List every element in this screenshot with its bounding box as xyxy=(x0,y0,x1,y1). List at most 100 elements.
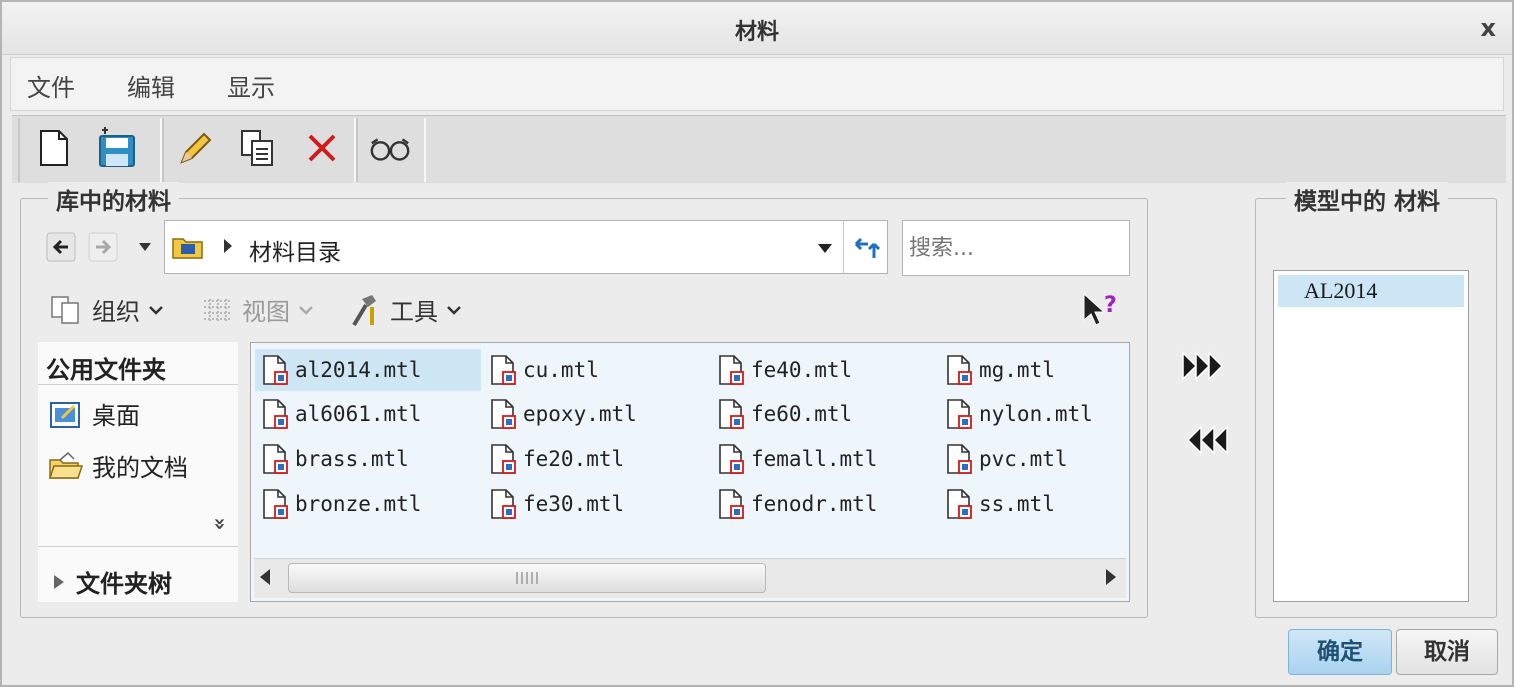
file-item[interactable]: fenodr.mtl xyxy=(711,483,937,525)
scroll-thumb[interactable] xyxy=(288,563,766,593)
material-file-icon xyxy=(719,489,744,519)
folder-tree-toggle[interactable]: 文件夹树 xyxy=(52,564,172,599)
back-button[interactable] xyxy=(44,230,78,264)
file-name: femall.mtl xyxy=(751,447,878,471)
model-material-list: AL2014 xyxy=(1273,270,1469,602)
file-name: pvc.mtl xyxy=(979,447,1068,471)
refresh-button[interactable] xyxy=(843,221,888,273)
material-file-icon xyxy=(263,444,288,474)
file-name: fenodr.mtl xyxy=(751,492,878,516)
menu-display[interactable]: 显示 xyxy=(227,68,275,103)
file-item[interactable]: mg.mtl xyxy=(939,349,1165,391)
breadcrumb-arrow-icon xyxy=(223,238,233,258)
material-file-icon xyxy=(719,444,744,474)
chevron-down-icon xyxy=(299,305,313,315)
dialog-title: 材料 xyxy=(734,20,779,45)
file-item[interactable]: ss.mtl xyxy=(939,483,1165,525)
help-cursor-icon[interactable]: ? xyxy=(1080,292,1120,332)
toolbar xyxy=(12,115,1506,183)
menu-bar: 文件 编辑 显示 xyxy=(10,57,1504,111)
file-item[interactable]: femall.mtl xyxy=(711,438,937,480)
horizontal-scrollbar[interactable] xyxy=(254,558,1126,598)
library-legend: 库中的材料 xyxy=(48,182,179,216)
file-item[interactable]: cu.mtl xyxy=(483,349,709,391)
file-name: bronze.mtl xyxy=(295,492,422,516)
file-item[interactable]: fe30.mtl xyxy=(483,483,709,525)
file-item[interactable]: al6061.mtl xyxy=(255,393,481,435)
folder-open-icon xyxy=(48,451,84,479)
recent-dropdown-icon[interactable] xyxy=(128,230,162,264)
tools-icon xyxy=(352,294,376,326)
organize-label: 组织 xyxy=(92,298,140,326)
file-item[interactable]: nylon.mtl xyxy=(939,393,1165,435)
file-item[interactable]: fe60.mtl xyxy=(711,393,937,435)
nav-desktop-label: 桌面 xyxy=(92,402,140,430)
title-bar: 材料 x xyxy=(2,2,1512,55)
tools-label: 工具 xyxy=(390,298,438,326)
organize-button[interactable]: 组织 xyxy=(50,292,164,327)
cancel-button[interactable]: 取消 xyxy=(1396,629,1498,675)
search-input[interactable] xyxy=(902,220,1130,276)
material-file-icon xyxy=(947,355,972,385)
file-name: fe60.mtl xyxy=(751,402,853,426)
model-legend: 模型中的 材料 xyxy=(1286,182,1449,216)
file-item[interactable]: fe20.mtl xyxy=(483,438,709,480)
folder-icon xyxy=(171,233,205,265)
scroll-left-icon[interactable] xyxy=(258,567,272,591)
scroll-right-icon[interactable] xyxy=(1104,567,1118,591)
material-file-icon xyxy=(491,399,516,429)
expand-arrow-icon xyxy=(54,574,64,589)
copy-icon[interactable] xyxy=(236,126,280,170)
view-grid-icon xyxy=(204,298,230,323)
file-item[interactable]: pvc.mtl xyxy=(939,438,1165,480)
grip-icon xyxy=(516,572,538,584)
model-material-item[interactable]: AL2014 xyxy=(1278,275,1464,307)
triple-left-arrow-icon xyxy=(1186,425,1228,455)
address-path: 材料目录 xyxy=(249,240,341,266)
file-name: al2014.mtl xyxy=(295,358,422,382)
nav-my-documents-label: 我的文档 xyxy=(92,454,188,482)
file-item[interactable]: epoxy.mtl xyxy=(483,393,709,435)
chevron-down-icon xyxy=(447,305,461,315)
address-dropdown-icon[interactable] xyxy=(817,240,833,259)
file-item[interactable]: al2014.mtl xyxy=(255,349,481,391)
navigation-pane: 公用文件夹 桌面 我的文档 » 文件夹树 xyxy=(38,342,238,602)
nav-desktop[interactable]: 桌面 xyxy=(48,396,140,431)
remove-from-model-button[interactable] xyxy=(1178,420,1232,460)
close-button[interactable]: x xyxy=(1481,14,1496,42)
menu-edit[interactable]: 编辑 xyxy=(127,68,175,103)
forward-button[interactable] xyxy=(86,230,120,264)
organize-icon xyxy=(51,295,79,324)
file-name: brass.mtl xyxy=(295,447,409,471)
nav-my-documents[interactable]: 我的文档 xyxy=(48,448,188,483)
folder-tree-label: 文件夹树 xyxy=(76,570,172,598)
file-name: epoxy.mtl xyxy=(523,402,637,426)
file-name: fe40.mtl xyxy=(751,358,853,382)
file-name: cu.mtl xyxy=(523,358,599,382)
material-file-icon xyxy=(491,489,516,519)
svg-text:?: ? xyxy=(1104,293,1117,318)
file-item[interactable]: fe40.mtl xyxy=(711,349,937,391)
save-icon[interactable] xyxy=(94,126,138,170)
material-file-icon xyxy=(263,489,288,519)
material-file-icon xyxy=(719,399,744,429)
view-icon[interactable] xyxy=(368,126,412,170)
address-bar[interactable]: 材料目录 xyxy=(164,220,888,274)
new-icon[interactable] xyxy=(32,126,76,170)
edit-icon[interactable] xyxy=(172,126,216,170)
view-label: 视图 xyxy=(242,298,290,326)
ok-button[interactable]: 确定 xyxy=(1288,629,1392,675)
material-file-icon xyxy=(719,355,744,385)
delete-icon[interactable] xyxy=(300,126,344,170)
tools-button[interactable]: 工具 xyxy=(346,292,462,327)
more-links-button[interactable]: » xyxy=(208,518,232,531)
file-item[interactable]: brass.mtl xyxy=(255,438,481,480)
file-name: ss.mtl xyxy=(979,492,1055,516)
material-file-icon xyxy=(263,355,288,385)
file-item[interactable]: bronze.mtl xyxy=(255,483,481,525)
menu-file[interactable]: 文件 xyxy=(27,68,75,103)
add-to-model-button[interactable] xyxy=(1178,346,1232,386)
material-file-icon xyxy=(263,399,288,429)
view-button[interactable]: 视图 xyxy=(200,292,314,327)
file-name: fe30.mtl xyxy=(523,492,625,516)
